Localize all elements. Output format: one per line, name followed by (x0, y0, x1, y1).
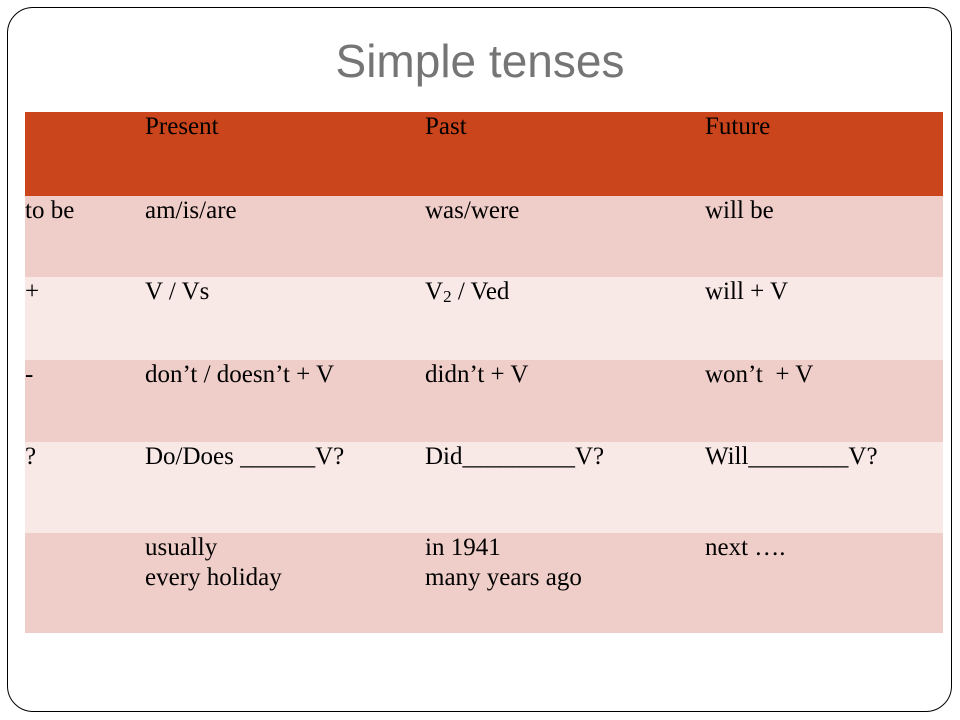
column-header-future: Future (705, 113, 771, 140)
cell-affirmative-past-prefix: V (425, 278, 444, 305)
table-row: - don’t / doesn’t + V didn’t + V won’t +… (25, 360, 943, 442)
table-header-row: Present Past Future (25, 112, 943, 196)
cell-time-past-line-2: many years ago (425, 564, 582, 591)
cell-time-past: in 1941 many years ago (425, 533, 705, 633)
cell-time-future: next …. (705, 533, 943, 633)
cell-negative-future: won’t + V (705, 361, 814, 388)
cell-time-present: usually every holiday (145, 533, 425, 633)
cell-time-present-line-2: every holiday (145, 564, 282, 591)
row-label-question: ? (25, 443, 37, 470)
row-label-negative: - (25, 361, 34, 388)
column-header-present: Present (145, 113, 219, 140)
cell-affirmative-past-subscript: 2 (443, 287, 452, 306)
cell-affirmative-present: V / Vs (145, 278, 210, 305)
cell-affirmative-future: will + V (705, 278, 789, 305)
table-row: to be am/is/are was/were will be (25, 196, 943, 277)
cell-negative-present: don’t / doesn’t + V (145, 361, 335, 388)
table-row: usually every holiday in 1941 many years… (25, 533, 943, 633)
cell-to-be-present: am/is/are (145, 197, 237, 224)
cell-question-past: Did_________V? (425, 443, 605, 470)
cell-time-present-line-1: usually (145, 534, 218, 561)
simple-tenses-table: Present Past Future to be am/is/are was/… (25, 112, 943, 633)
cell-question-present: Do/Does ______V? (145, 443, 345, 470)
slide-canvas: Simple tenses Present Past Future to be … (0, 0, 960, 720)
cell-to-be-future: will be (705, 197, 774, 224)
cell-negative-past: didn’t + V (425, 361, 529, 388)
column-header-label (25, 112, 145, 196)
column-header-past: Past (425, 113, 467, 140)
cell-affirmative-past-suffix: / Ved (451, 278, 510, 305)
cell-time-future-line-1: next …. (705, 534, 786, 561)
cell-to-be-past: was/were (425, 197, 520, 224)
page-title: Simple tenses (335, 35, 625, 87)
row-label-time-markers (25, 533, 145, 633)
row-label-affirmative: + (25, 278, 40, 305)
cell-question-future: Will________V? (705, 443, 878, 470)
cell-affirmative-past: V2 / Ved (425, 277, 705, 360)
cell-time-past-line-1: in 1941 (425, 534, 501, 561)
row-label-to-be: to be (25, 197, 75, 224)
table-row: + V / Vs V2 / Ved will + V (25, 277, 943, 360)
table-row: ? Do/Does ______V? Did_________V? Will__… (25, 442, 943, 533)
